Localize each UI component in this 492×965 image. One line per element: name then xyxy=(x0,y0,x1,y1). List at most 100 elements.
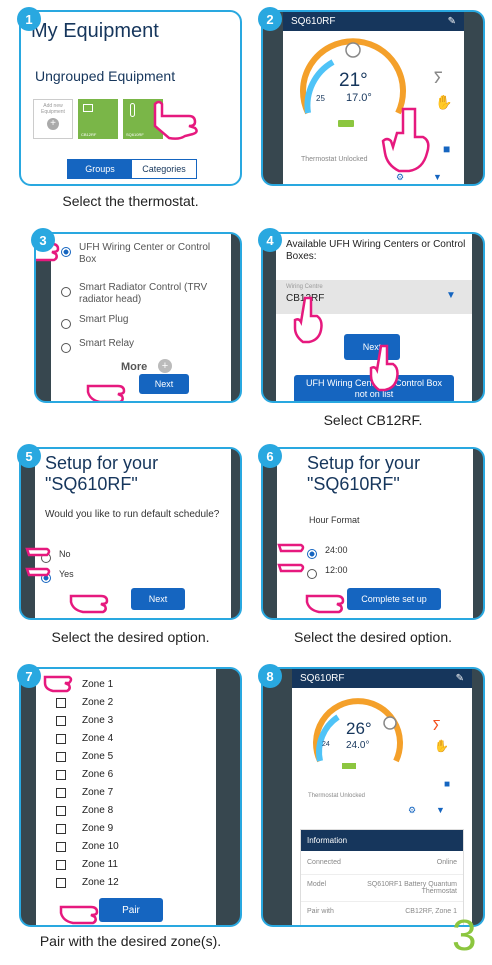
complete-setup-button[interactable]: Complete set up xyxy=(347,588,441,610)
device-name: SQ610RF xyxy=(300,673,345,684)
zone-checkbox[interactable] xyxy=(56,715,66,726)
edit-icon[interactable]: ✎ xyxy=(448,16,456,27)
lock-icon[interactable]: ■ xyxy=(443,142,450,156)
setup-title: Setup for your "SQ610RF" xyxy=(45,453,159,494)
panel-step-1: My Equipment Ungrouped Equipment Add new… xyxy=(19,10,242,186)
caption-step-7: Pair with the desired zone(s). xyxy=(39,933,222,949)
radio-relay[interactable] xyxy=(61,340,71,358)
view-toggle: Groups Categories xyxy=(67,159,197,179)
zone-checkbox[interactable] xyxy=(56,751,66,762)
zone-label: Zone 7 xyxy=(82,787,114,798)
zone-label: Zone 8 xyxy=(82,805,114,816)
zone-row[interactable]: Zone 11 xyxy=(56,859,118,870)
device-header: SQ610RF ✎ xyxy=(292,669,472,688)
zone-list: ✓Zone 1Zone 2Zone 3Zone 4Zone 5Zone 6Zon… xyxy=(36,669,216,925)
zone-checkbox[interactable] xyxy=(56,823,66,834)
add-equipment-label: Add new Equipment xyxy=(41,103,65,115)
radio-icon[interactable] xyxy=(61,287,71,297)
page-title: My Equipment xyxy=(31,20,159,42)
zone-label: Zone 11 xyxy=(82,859,118,870)
zone-checkbox[interactable] xyxy=(56,877,66,888)
zone-row[interactable]: Zone 4 xyxy=(56,733,113,744)
question-text: Would you like to run default schedule? xyxy=(45,509,220,520)
zone-checkbox[interactable] xyxy=(56,841,66,852)
caption-step-4: Select CB12RF. xyxy=(323,412,423,428)
info-key: Model xyxy=(307,881,327,888)
zone-row[interactable]: Zone 2 xyxy=(56,697,113,708)
more-link[interactable]: More xyxy=(121,361,147,373)
hour-format-label: Hour Format xyxy=(309,515,360,525)
radio-trv[interactable] xyxy=(61,284,71,302)
pointing-hand-icon xyxy=(305,594,345,614)
tab-groups[interactable]: Groups xyxy=(68,160,132,178)
hand-icon: ✋ xyxy=(434,739,449,753)
zone-row[interactable]: Zone 9 xyxy=(56,823,113,834)
step-badge-3: 3 xyxy=(31,228,55,252)
panel-step-2: SQ610RF ✎ 21° 25 17.0° ⵢ ✋ ■ Thermostat … xyxy=(261,10,485,186)
zone-label: Zone 1 xyxy=(82,679,114,690)
next-button[interactable]: Next xyxy=(131,588,185,610)
info-row: Model SQ610RF1 Battery Quantum Thermosta… xyxy=(301,875,463,902)
setpoint-value: 24.0° xyxy=(346,740,370,751)
info-key: Pair with xyxy=(307,908,334,915)
pointing-hand-icon xyxy=(381,107,430,173)
option-yes: Yes xyxy=(59,569,74,579)
zone-checkbox[interactable] xyxy=(56,859,66,870)
pointing-hand-icon xyxy=(86,384,126,401)
pin-icon[interactable]: ▼ xyxy=(436,805,445,815)
zone-row[interactable]: Zone 7 xyxy=(56,787,113,798)
next-button[interactable]: Next xyxy=(139,374,189,394)
pointing-hand-icon xyxy=(293,296,323,344)
zone-checkbox[interactable] xyxy=(56,733,66,744)
option-label: Smart Radiator Control (TRV radiator hea… xyxy=(79,282,208,305)
setpoint-low: 24 xyxy=(322,741,330,748)
zone-checkbox[interactable] xyxy=(56,787,66,798)
settings-gear-icon[interactable]: ⚙ xyxy=(408,805,416,816)
device-name: SQ610RF xyxy=(291,16,336,27)
radio-icon[interactable] xyxy=(61,343,71,353)
field-label: Wiring Centre xyxy=(286,284,323,290)
pointing-hand-icon xyxy=(369,344,399,392)
tile-label: SQ610RF xyxy=(126,132,144,137)
add-equipment-tile[interactable]: Add new Equipment + xyxy=(33,99,73,139)
zone-label: Zone 6 xyxy=(82,769,114,780)
zone-row[interactable]: Zone 5 xyxy=(56,751,113,762)
section-heading: Ungrouped Equipment xyxy=(35,68,176,84)
tile-cb12rf[interactable]: CB12RF xyxy=(78,99,118,139)
panel-step-7: ✓Zone 1Zone 2Zone 3Zone 4Zone 5Zone 6Zon… xyxy=(19,667,242,927)
pair-button[interactable]: Pair xyxy=(99,898,163,922)
info-title: Information xyxy=(301,830,463,851)
zone-checkbox[interactable] xyxy=(56,805,66,816)
info-value: SQ610RF1 Battery Quantum Thermostat xyxy=(367,881,457,895)
option-no: No xyxy=(59,549,71,559)
zone-checkbox[interactable] xyxy=(56,697,66,708)
setpoint-low: 25 xyxy=(316,94,325,103)
pointing-hand-icon xyxy=(43,675,73,693)
information-card: Information Connected Online Model SQ610… xyxy=(300,829,464,925)
zone-row[interactable]: Zone 12 xyxy=(56,877,119,888)
zone-row[interactable]: Zone 8 xyxy=(56,805,113,816)
zone-label: Zone 4 xyxy=(82,733,114,744)
tile-label: CB12RF xyxy=(81,132,97,137)
option-label: UFH Wiring Center or Control Box xyxy=(79,242,211,265)
radio-icon[interactable] xyxy=(61,319,71,329)
info-row: Connected Online xyxy=(301,851,463,875)
pointing-hand-icon xyxy=(277,543,305,573)
zone-row[interactable]: Zone 6 xyxy=(56,769,113,780)
lock-icon[interactable]: ■ xyxy=(444,779,450,790)
wiring-center-icon xyxy=(83,104,93,112)
zone-label: Zone 2 xyxy=(82,697,114,708)
edit-icon[interactable]: ✎ xyxy=(456,673,464,684)
heating-icon: ⵢ xyxy=(432,717,441,733)
current-temperature: 26° xyxy=(346,719,372,738)
plus-icon[interactable]: + xyxy=(158,359,172,373)
step-badge-6: 6 xyxy=(258,444,282,468)
zone-row[interactable]: Zone 10 xyxy=(56,841,119,852)
page-number: 3 xyxy=(452,911,477,960)
radio-plug[interactable] xyxy=(61,316,71,334)
setpoint-value: 17.0° xyxy=(346,92,372,104)
tab-categories[interactable]: Categories xyxy=(132,160,196,178)
chevron-down-icon[interactable]: ▼ xyxy=(446,290,456,301)
zone-checkbox[interactable] xyxy=(56,769,66,780)
zone-row[interactable]: Zone 3 xyxy=(56,715,113,726)
